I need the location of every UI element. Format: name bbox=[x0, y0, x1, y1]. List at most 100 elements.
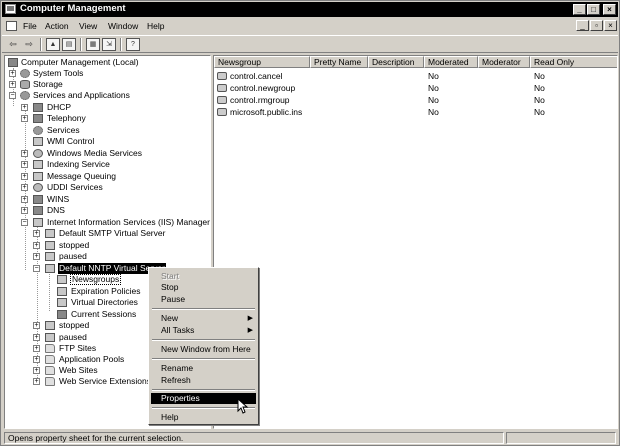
expand-plus-icon[interactable]: + bbox=[21, 161, 28, 168]
tree-node-label: Current Sessions bbox=[71, 309, 137, 319]
child-close-button[interactable]: × bbox=[604, 20, 617, 31]
expand-plus-icon[interactable]: + bbox=[33, 242, 40, 249]
services-applications-icon bbox=[20, 91, 30, 100]
column-header-newsgroup[interactable]: Newsgroup bbox=[214, 56, 310, 68]
document-system-icon[interactable] bbox=[6, 21, 17, 31]
tree-node-label: Web Service Extensions bbox=[59, 376, 151, 386]
expand-plus-icon[interactable]: + bbox=[21, 150, 28, 157]
expand-plus-icon[interactable]: + bbox=[33, 367, 40, 374]
forward-arrow-icon[interactable]: ⇨ bbox=[22, 38, 36, 51]
toolbar-separator bbox=[80, 38, 82, 51]
menu-file[interactable]: File bbox=[23, 21, 37, 31]
menu-separator bbox=[152, 358, 255, 360]
newsgroups-icon bbox=[57, 275, 67, 284]
maximize-button[interactable]: □ bbox=[587, 4, 600, 15]
expand-plus-icon[interactable]: + bbox=[33, 378, 40, 385]
table-row[interactable]: control.newgroup No No bbox=[214, 82, 617, 94]
expand-plus-icon[interactable]: + bbox=[33, 322, 40, 329]
menu-help[interactable]: Help bbox=[147, 21, 164, 31]
current-sessions-icon bbox=[57, 310, 67, 319]
up-one-level-icon[interactable]: ▲ bbox=[46, 38, 60, 51]
tree-node-label: Newsgroups bbox=[70, 274, 122, 285]
cell-moderated: No bbox=[428, 71, 439, 81]
virtual-directories-icon bbox=[57, 298, 67, 307]
windows-media-icon bbox=[33, 149, 43, 158]
menu-separator bbox=[152, 389, 255, 391]
expand-plus-icon[interactable]: + bbox=[33, 345, 40, 352]
collapse-minus-icon[interactable]: − bbox=[33, 265, 40, 272]
iis-manager-icon bbox=[33, 218, 43, 227]
menu-item-rename[interactable]: Rename bbox=[151, 363, 256, 374]
submenu-arrow-icon: ▶ bbox=[247, 327, 253, 334]
expand-plus-icon[interactable]: + bbox=[33, 253, 40, 260]
tree-line bbox=[49, 271, 50, 311]
tree-node-label: Internet Information Services (IIS) Mana… bbox=[47, 217, 210, 227]
expand-plus-icon[interactable]: + bbox=[21, 173, 28, 180]
table-row[interactable]: control.rmgroup No No bbox=[214, 94, 617, 106]
expand-plus-icon[interactable]: + bbox=[9, 70, 16, 77]
toolbar: ⇦ ⇨ ▲ ▤ ▦ ⇲ ? bbox=[2, 35, 618, 53]
services-gear-icon bbox=[33, 126, 43, 135]
menu-item-all-tasks[interactable]: All Tasks ▶ bbox=[151, 325, 256, 336]
column-header-moderated[interactable]: Moderated bbox=[424, 56, 478, 68]
tree-node-label: stopped bbox=[59, 240, 90, 250]
expand-plus-icon[interactable]: + bbox=[9, 81, 16, 88]
menu-item-label: Help bbox=[161, 412, 179, 422]
tree-node-label: WMI Control bbox=[47, 136, 95, 146]
menu-item-start[interactable]: Start bbox=[151, 271, 256, 282]
expand-plus-icon[interactable]: + bbox=[21, 184, 28, 191]
newsgroups-list-view[interactable]: Newsgroup Pretty Name Description Modera… bbox=[213, 55, 618, 429]
menu-item-label: Start bbox=[161, 271, 179, 281]
column-header-pretty-name[interactable]: Pretty Name bbox=[310, 56, 368, 68]
column-header-moderator[interactable]: Moderator bbox=[478, 56, 530, 68]
menu-view[interactable]: View bbox=[79, 21, 97, 31]
minimize-button[interactable]: _ bbox=[573, 4, 586, 15]
help-icon[interactable]: ? bbox=[126, 38, 140, 51]
menu-item-new-window-from-here[interactable]: New Window from Here bbox=[151, 344, 256, 355]
menu-action[interactable]: Action bbox=[45, 21, 69, 31]
export-list-icon[interactable]: ⇲ bbox=[102, 38, 116, 51]
menu-separator bbox=[152, 339, 255, 341]
dhcp-server-icon bbox=[33, 103, 43, 112]
status-text: Opens property sheet for the current sel… bbox=[4, 432, 504, 444]
computer-management-window: Computer Management _ □ × File Action Vi… bbox=[0, 0, 620, 446]
expand-plus-icon[interactable]: + bbox=[21, 115, 28, 122]
cell-read-only: No bbox=[534, 95, 545, 105]
expand-plus-icon[interactable]: + bbox=[33, 356, 40, 363]
child-restore-button[interactable]: ▫ bbox=[590, 20, 603, 31]
expand-plus-icon[interactable]: + bbox=[21, 196, 28, 203]
newsgroup-icon bbox=[217, 72, 227, 80]
menu-bar: File Action View Window Help _ ▫ × bbox=[2, 18, 618, 34]
properties-icon[interactable]: ▦ bbox=[86, 38, 100, 51]
show-hide-tree-icon[interactable]: ▤ bbox=[62, 38, 76, 51]
paused-server-icon bbox=[45, 252, 55, 261]
tree-node-label: Default SMTP Virtual Server bbox=[59, 228, 166, 238]
table-row[interactable]: microsoft.public.ins No No bbox=[214, 106, 617, 118]
back-arrow-icon[interactable]: ⇦ bbox=[6, 38, 20, 51]
close-button[interactable]: × bbox=[603, 4, 616, 15]
expand-plus-icon[interactable]: + bbox=[21, 104, 28, 111]
mouse-pointer-icon bbox=[237, 398, 249, 414]
collapse-minus-icon[interactable]: − bbox=[9, 92, 16, 99]
toolbar-separator bbox=[120, 38, 122, 51]
expand-plus-icon[interactable]: + bbox=[21, 207, 28, 214]
column-header-read-only[interactable]: Read Only bbox=[530, 56, 617, 68]
menu-item-stop[interactable]: Stop bbox=[151, 282, 256, 293]
expand-plus-icon[interactable]: + bbox=[33, 334, 40, 341]
list-header: Newsgroup Pretty Name Description Modera… bbox=[214, 56, 617, 68]
menu-window[interactable]: Window bbox=[108, 21, 138, 31]
menu-item-pause[interactable]: Pause bbox=[151, 294, 256, 305]
collapse-minus-icon[interactable]: − bbox=[21, 219, 28, 226]
tree-node-label: paused bbox=[59, 332, 87, 342]
menu-item-refresh[interactable]: Refresh bbox=[151, 375, 256, 386]
menu-item-label: All Tasks bbox=[161, 325, 195, 335]
menu-item-new[interactable]: New ▶ bbox=[151, 313, 256, 324]
cell-moderated: No bbox=[428, 83, 439, 93]
table-row[interactable]: control.cancel No No bbox=[214, 70, 617, 82]
expand-plus-icon[interactable]: + bbox=[33, 230, 40, 237]
tree-node-label: stopped bbox=[59, 320, 90, 330]
title-bar[interactable]: Computer Management _ □ × bbox=[2, 2, 618, 17]
tree-node-label: paused bbox=[59, 251, 87, 261]
column-header-description[interactable]: Description bbox=[368, 56, 424, 68]
child-minimize-button[interactable]: _ bbox=[576, 20, 589, 31]
